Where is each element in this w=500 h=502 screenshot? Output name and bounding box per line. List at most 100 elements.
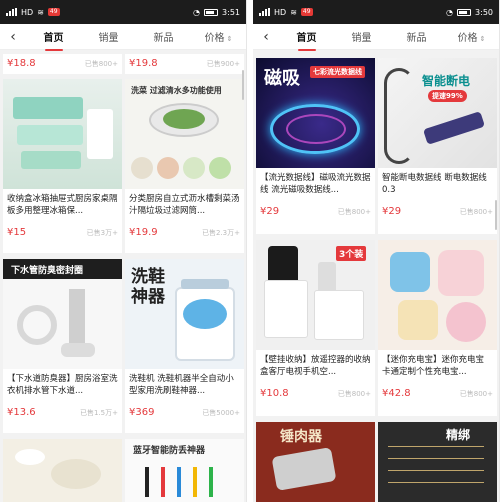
product-image: 蓝牙智能防丢神器 xyxy=(125,439,244,502)
product-title: 分类厨房自立式沥水槽剩菜汤汁隔垃圾过滤网筒... xyxy=(129,194,240,216)
product-card[interactable] xyxy=(3,439,122,502)
sold-count: 已售900+ xyxy=(206,59,240,68)
price-label: ¥10.8 xyxy=(260,388,289,399)
product-card[interactable]: 智能断电 提速99% 智能断电数据线 断电数据线 0.3 ¥29 已售800+ xyxy=(378,58,497,234)
product-image: 磁吸 七彩流光数据线 xyxy=(256,58,375,168)
back-arrow-icon[interactable]: ‹ xyxy=(0,29,26,45)
status-bar: HD ≋ 49 ◔ 3:51 xyxy=(0,0,246,24)
clock-time: 3:50 xyxy=(475,7,493,17)
price-label: ¥18.8 xyxy=(7,58,36,69)
product-title: 【下水道防臭器】厨房浴室洗衣机排水管下水道... xyxy=(7,374,118,396)
product-image: 精绑 xyxy=(378,422,497,502)
notification-badge: 49 xyxy=(300,8,313,16)
back-arrow-icon[interactable]: ‹ xyxy=(253,29,279,45)
price-label: ¥15 xyxy=(7,227,27,238)
sold-count: 已售800+ xyxy=(337,207,371,216)
tab-new[interactable]: 新品 xyxy=(136,29,191,44)
product-image: 洗菜 过滤清水多功能使用 xyxy=(125,79,244,189)
product-image: 智能断电 提速99% xyxy=(378,58,497,168)
battery-icon xyxy=(457,8,472,16)
product-card[interactable]: 下水管防臭密封圈 【下水道防臭器】厨房浴室洗衣机排水管下水道... ¥13.6 … xyxy=(3,259,122,433)
sort-arrows-icon: ⇕ xyxy=(226,35,233,43)
product-card[interactable]: 精绑 xyxy=(378,422,497,502)
product-title: 【迷你充电宝】迷你充电宝 卡通定制个性充电宝... xyxy=(382,355,485,377)
product-card[interactable]: 蓝牙智能防丢神器 xyxy=(125,439,244,502)
product-grid: 磁吸 七彩流光数据线 【流光数据线】磁吸流光数据线 流光磁吸数据线... ¥29… xyxy=(253,50,499,502)
price-label: ¥29 xyxy=(382,206,402,217)
tab-home[interactable]: 首页 xyxy=(279,29,334,44)
product-title: 智能断电数据线 断电数据线 0.3 xyxy=(382,173,487,195)
sold-count: 已售5000+ xyxy=(202,408,240,417)
image-caption: 下水管防臭密封圈 xyxy=(11,266,84,276)
sold-count: 已售800+ xyxy=(84,59,118,68)
battery-icon xyxy=(204,8,219,16)
signal-icon xyxy=(259,8,270,16)
status-bar: HD ≋ 49 ◔ 3:50 xyxy=(253,0,499,24)
image-caption: 蓝牙智能防丢神器 xyxy=(133,446,206,456)
tab-price[interactable]: 价格 ⇕ xyxy=(191,29,246,44)
tab-sales[interactable]: 销量 xyxy=(334,29,389,44)
price-label: ¥29 xyxy=(260,206,280,217)
product-card[interactable]: 【迷你充电宝】迷你充电宝 卡通定制个性充电宝... ¥42.8 已售800+ xyxy=(378,240,497,416)
sold-count: 已售3万+ xyxy=(86,228,118,237)
product-title: 【流光数据线】磁吸流光数据线 流光磁吸数据线... xyxy=(260,173,371,195)
product-card[interactable]: 磁吸 七彩流光数据线 【流光数据线】磁吸流光数据线 流光磁吸数据线... ¥29… xyxy=(256,58,375,234)
notification-badge: 49 xyxy=(47,8,60,16)
product-image xyxy=(3,439,122,502)
tab-sales[interactable]: 销量 xyxy=(81,29,136,44)
sold-count: 已售2.3万+ xyxy=(202,228,240,237)
product-title: 收纳盒冰箱抽屉式厨房家桌隔板多用整理冰箱保... xyxy=(7,194,118,216)
left-phone-screen: HD ≋ 49 ◔ 3:51 ‹ 首页 销量 新品 价格 ⇕ ¥18.8 已售80… xyxy=(0,0,247,502)
tab-price[interactable]: 价格 ⇕ xyxy=(444,29,499,44)
product-image: 锤肉器 xyxy=(256,422,375,502)
product-image xyxy=(3,79,122,189)
product-card[interactable]: ¥18.8 已售800+ xyxy=(3,54,122,74)
image-subcaption: 七彩流光数据线 xyxy=(310,66,365,78)
image-caption: 精绑 xyxy=(446,428,471,442)
alarm-icon: ◔ xyxy=(193,7,201,17)
sold-count: 已售800+ xyxy=(337,389,371,398)
product-image: 3个装 xyxy=(256,240,375,350)
tab-home[interactable]: 首页 xyxy=(26,29,81,44)
product-card[interactable]: ¥19.8 已售900+ xyxy=(125,54,244,74)
sort-tab-bar: ‹ 首页 销量 新品 价格 ⇕ xyxy=(253,24,499,50)
carrier-label: HD xyxy=(21,7,34,17)
image-caption: 磁吸 xyxy=(264,68,300,89)
product-image: 洗鞋神器 xyxy=(125,259,244,369)
price-label: ¥369 xyxy=(129,407,155,418)
alarm-icon: ◔ xyxy=(446,7,454,17)
sold-count: 已售800+ xyxy=(459,207,493,216)
price-label: ¥19.8 xyxy=(129,58,158,69)
signal-icon xyxy=(6,8,17,16)
sort-arrows-icon: ⇕ xyxy=(479,35,486,43)
sold-count: 已售1.5万+ xyxy=(80,408,118,417)
scrollbar[interactable] xyxy=(242,70,244,100)
image-caption: 洗菜 过滤清水多功能使用 xyxy=(131,86,222,95)
product-card[interactable]: 收纳盒冰箱抽屉式厨房家桌隔板多用整理冰箱保... ¥15 已售3万+ xyxy=(3,79,122,253)
sort-tab-bar: ‹ 首页 销量 新品 价格 ⇕ xyxy=(0,24,246,50)
carrier-label: HD xyxy=(274,7,287,17)
image-caption: 3个装 xyxy=(336,246,367,261)
sold-count: 已售800+ xyxy=(459,389,493,398)
product-card[interactable]: 锤肉器 xyxy=(256,422,375,502)
tab-new[interactable]: 新品 xyxy=(389,29,444,44)
wifi-icon: ≋ xyxy=(290,7,297,17)
image-caption: 洗鞋神器 xyxy=(131,267,165,307)
price-label: ¥19.9 xyxy=(129,227,158,238)
product-card[interactable]: 洗鞋神器 洗鞋机 洗鞋机器半全自动小型家用洗刷鞋神器... ¥369 已售500… xyxy=(125,259,244,433)
tab-price-label: 价格 xyxy=(204,33,225,44)
wifi-icon: ≋ xyxy=(37,7,44,17)
image-subcaption: 提速99% xyxy=(428,90,467,102)
scrollbar[interactable] xyxy=(495,200,497,230)
product-image xyxy=(378,240,497,350)
price-label: ¥13.6 xyxy=(7,407,36,418)
product-title: 洗鞋机 洗鞋机器半全自动小型家用洗刷鞋神器... xyxy=(129,374,234,396)
image-caption: 智能断电 xyxy=(422,74,471,88)
image-caption: 锤肉器 xyxy=(280,429,322,445)
product-grid: ¥18.8 已售800+ ¥19.8 已售900+ 收纳盒冰箱抽屉式厨房家桌隔板… xyxy=(0,50,246,502)
product-card[interactable]: 洗菜 过滤清水多功能使用 分类厨房自立式沥水槽剩菜汤汁隔垃圾过滤网筒... ¥1… xyxy=(125,79,244,253)
product-card[interactable]: 3个装 【壁挂收纳】放遥控器的收纳盒客厅电视手机空... ¥10.8 已售800… xyxy=(256,240,375,416)
product-title: 【壁挂收纳】放遥控器的收纳盒客厅电视手机空... xyxy=(260,355,371,377)
clock-time: 3:51 xyxy=(222,7,240,17)
tab-price-label: 价格 xyxy=(457,33,478,44)
